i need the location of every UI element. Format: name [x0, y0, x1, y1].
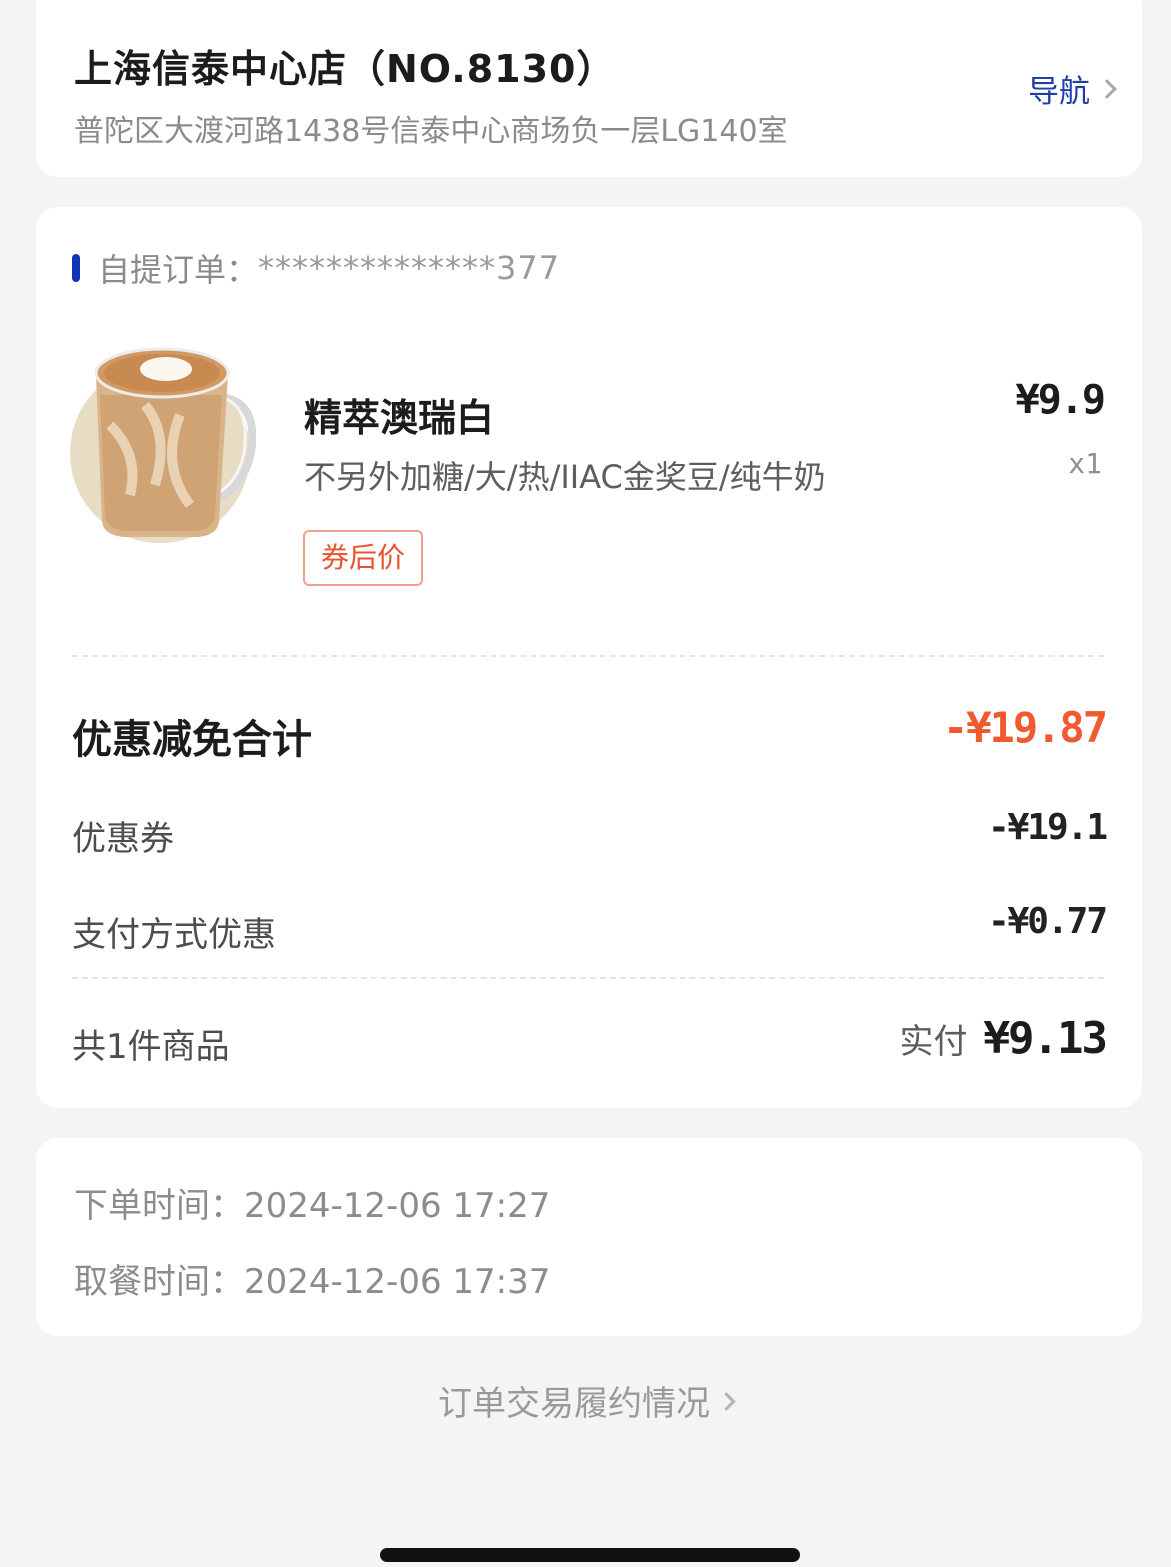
- accent-bar: [72, 254, 80, 282]
- store-name: 上海信泰中心店（NO.8130）: [74, 47, 616, 91]
- navigate-label: 导航: [1028, 74, 1090, 110]
- paid-value: ¥9.13: [983, 1013, 1108, 1064]
- coupon-price-badge: 券后价: [303, 530, 423, 586]
- order-time-value: 2024-12-06 17:27: [244, 1186, 551, 1226]
- discount-total-label: 优惠减免合计: [72, 717, 312, 763]
- discount-total-value: -¥19.87: [942, 703, 1108, 752]
- coupon-discount-value: -¥19.1: [987, 807, 1108, 848]
- chevron-right-icon: [1097, 78, 1117, 99]
- pickup-time-label: 取餐时间：: [74, 1262, 244, 1302]
- product-image: [70, 347, 256, 543]
- order-type-label: 自提订单：: [98, 251, 259, 289]
- order-card: 自提订单： **************377 精萃澳瑞白 不另外加糖/大/热/…: [36, 207, 1142, 1108]
- time-card: 下单时间：2024-12-06 17:27 取餐时间：2024-12-06 17…: [36, 1138, 1142, 1336]
- order-header: 自提订单： **************377: [72, 245, 560, 291]
- product-price: ¥9.9: [1015, 377, 1106, 423]
- navigate-button[interactable]: 导航: [1028, 66, 1117, 111]
- divider: [72, 655, 1104, 657]
- payment-discount-value: -¥0.77: [987, 901, 1108, 942]
- product-quantity: x1: [1068, 447, 1102, 480]
- payment-discount-label: 支付方式优惠: [72, 915, 276, 955]
- order-fulfillment-label: 订单交易履约情况: [438, 1384, 710, 1424]
- pickup-time-value: 2024-12-06 17:37: [244, 1262, 551, 1302]
- order-fulfillment-link[interactable]: 订单交易履约情况: [0, 1376, 1171, 1425]
- home-indicator[interactable]: [380, 1548, 800, 1562]
- coupon-discount-label: 优惠券: [72, 819, 174, 859]
- order-detail-page: 上海信泰中心店（NO.8130） 普陀区大渡河路1438号信泰中心商场负一层LG…: [0, 0, 1171, 1567]
- item-count: 共1件商品: [72, 1027, 230, 1067]
- order-time-label: 下单时间：: [74, 1186, 244, 1226]
- store-address: 普陀区大渡河路1438号信泰中心商场负一层LG140室: [74, 114, 788, 149]
- paid-label: 实付: [899, 1022, 968, 1062]
- order-number: **************377: [258, 249, 561, 287]
- order-time-row: 下单时间：2024-12-06 17:27: [74, 1178, 550, 1227]
- product-name: 精萃澳瑞白: [304, 396, 495, 440]
- divider: [72, 977, 1104, 979]
- pickup-time-row: 取餐时间：2024-12-06 17:37: [74, 1254, 550, 1303]
- store-card: 上海信泰中心店（NO.8130） 普陀区大渡河路1438号信泰中心商场负一层LG…: [36, 0, 1142, 177]
- product-spec: 不另外加糖/大/热/IIAC金奖豆/纯牛奶: [304, 458, 826, 496]
- paid-amount: 实付 ¥9.13: [899, 1013, 1108, 1064]
- chevron-right-icon: [717, 1392, 736, 1411]
